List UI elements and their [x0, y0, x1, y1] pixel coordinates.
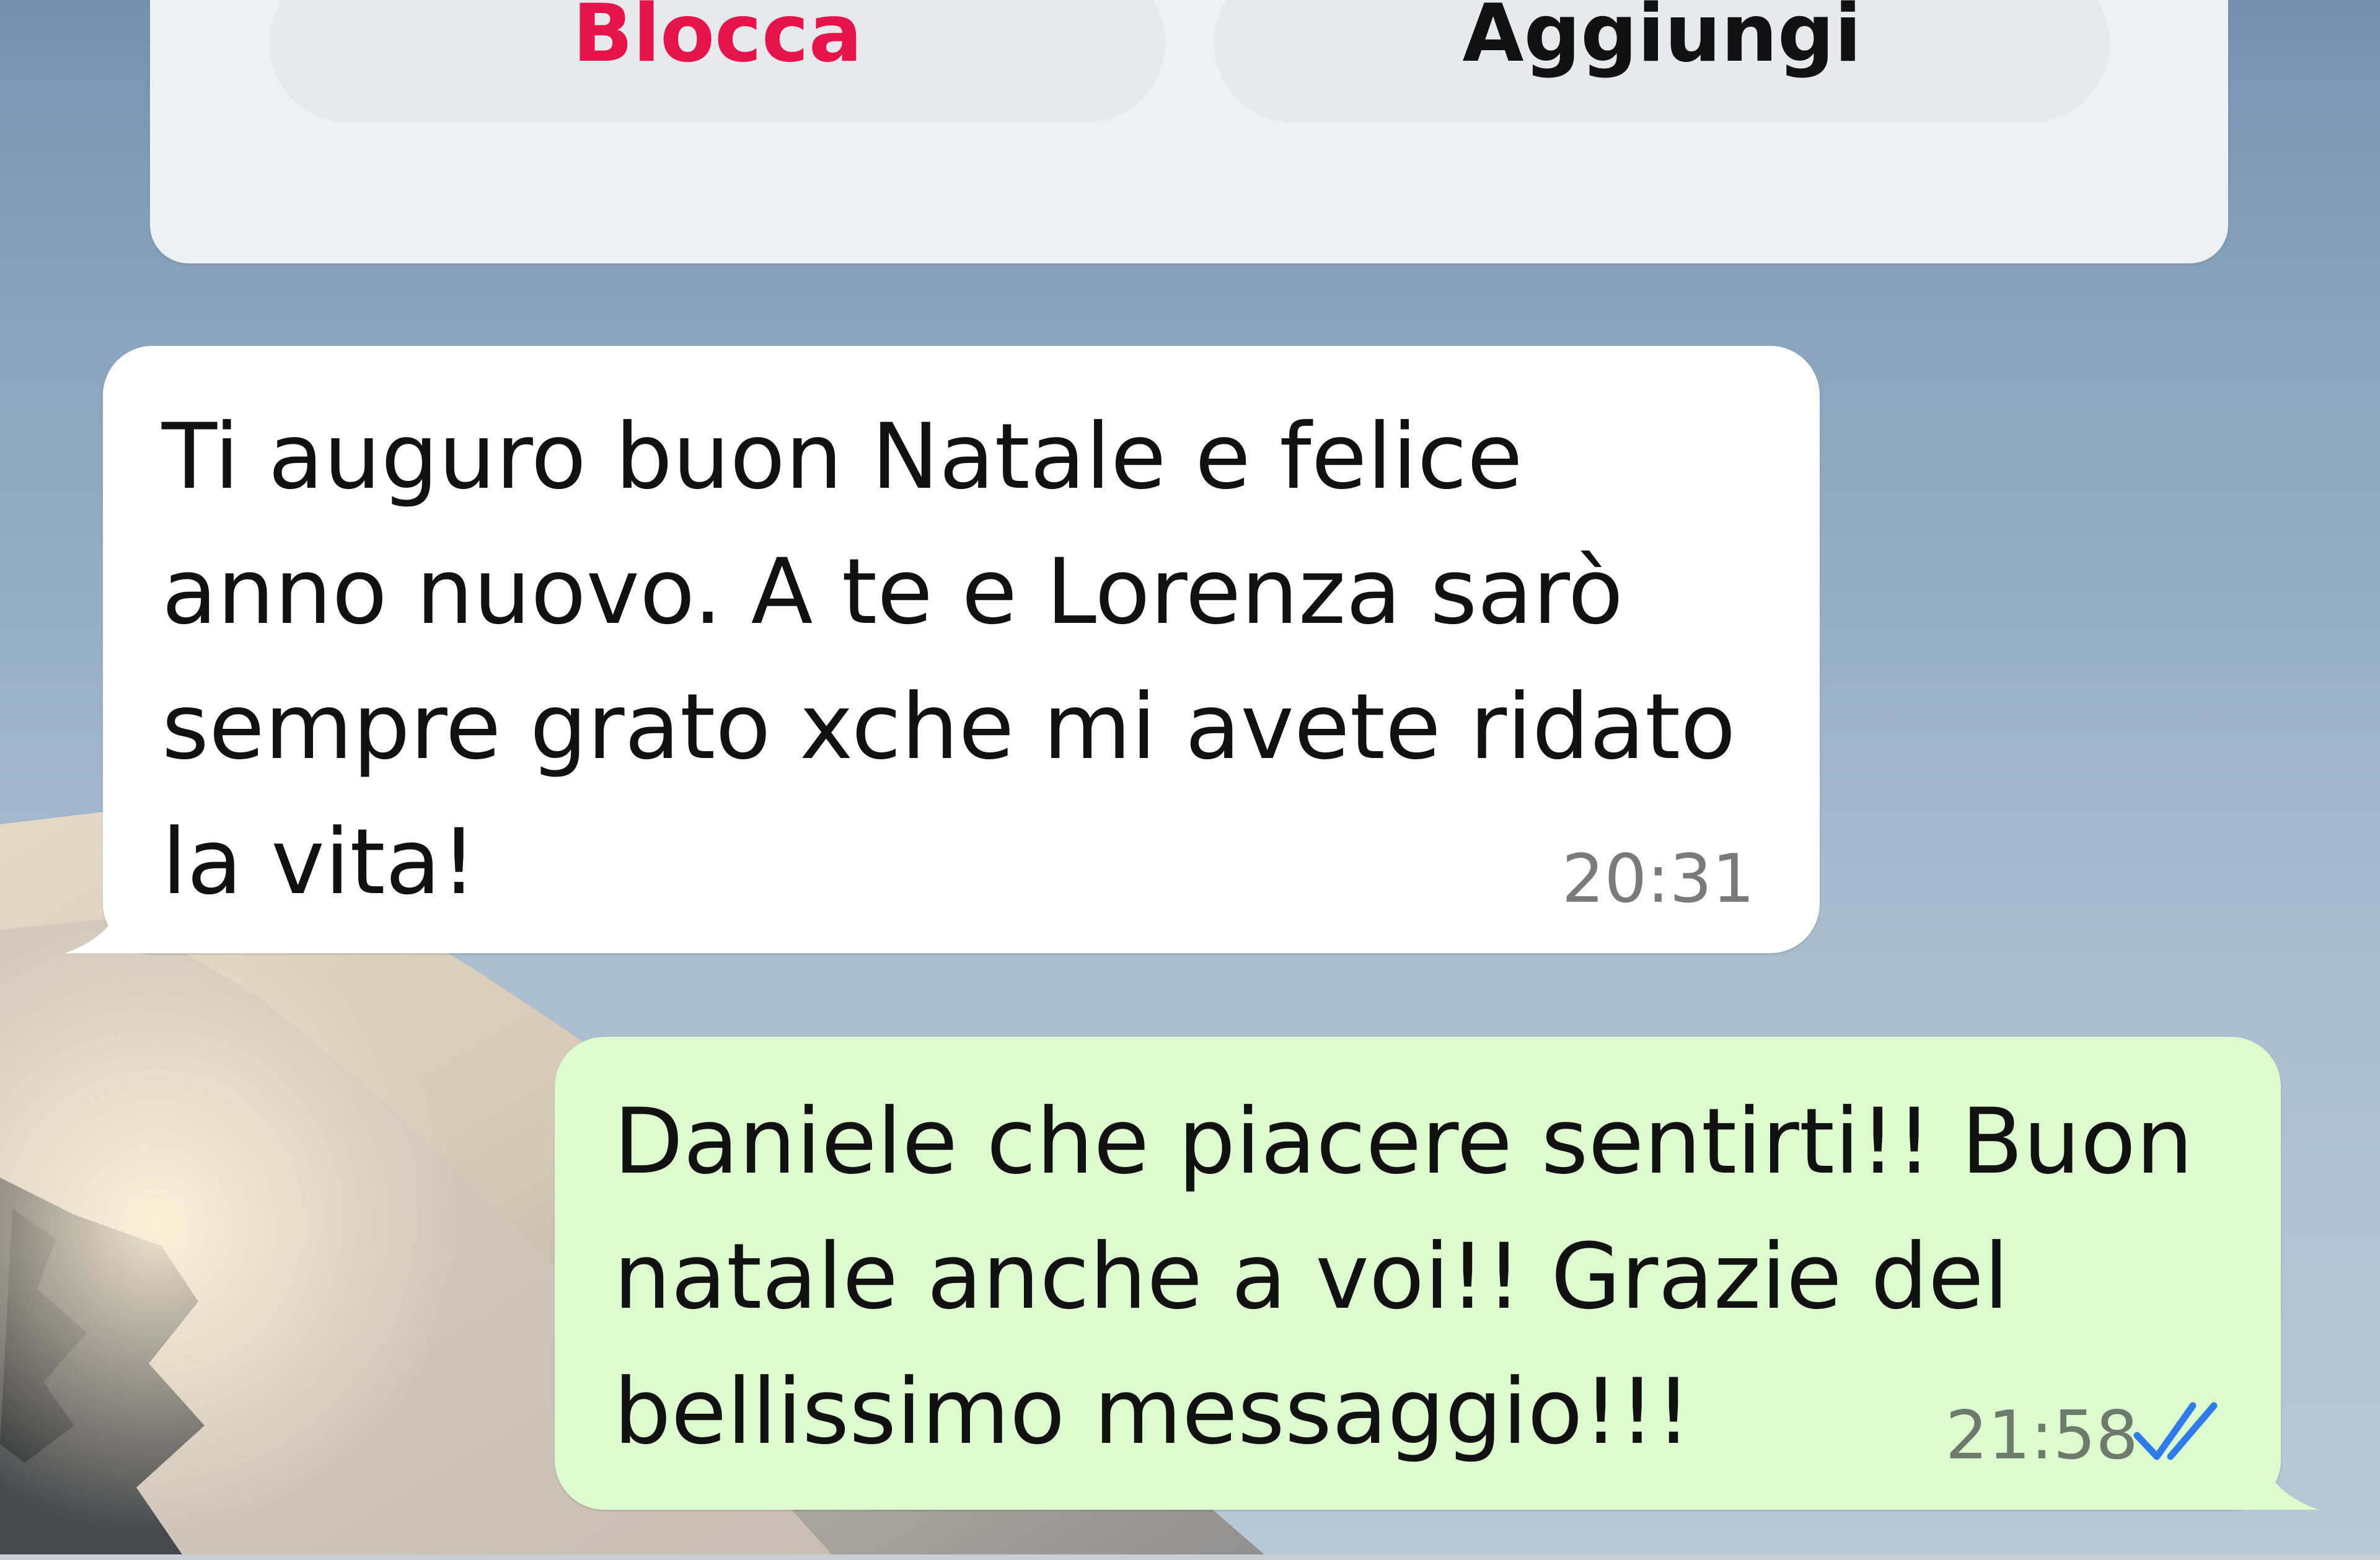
block-button[interactable]: Blocca: [270, 0, 1165, 123]
message-line: anno nuovo. A te e Lorenza sarò: [162, 539, 1624, 645]
message-text: Ti auguro buon Natale e felice anno nuov…: [162, 389, 1736, 930]
add-contact-button[interactable]: Aggiungi: [1214, 0, 2110, 123]
message-line: Daniele che piacere sentirti!! Buon: [614, 1089, 2193, 1194]
message-line: Ti auguro buon Natale e felice: [162, 404, 1523, 509]
input-bar-edge: [0, 1554, 2380, 1560]
chat-screen: Blocca Aggiungi Ti auguro buon Natale e …: [0, 0, 2380, 1560]
bubble-tail: [64, 866, 151, 953]
outgoing-message-bubble[interactable]: Daniele che piacere sentirti!! Buon nata…: [555, 1037, 2319, 1510]
incoming-message-bubble[interactable]: Ti auguro buon Natale e felice anno nuov…: [64, 346, 1820, 953]
contact-actions-card: Blocca Aggiungi: [150, 0, 2228, 263]
double-check-read-icon: [2133, 1402, 2218, 1460]
bubble-tail: [2232, 1423, 2319, 1510]
message-timestamp: 21:58: [1945, 1397, 2138, 1474]
message-line: sempre grato xche mi avete ridato: [162, 674, 1736, 780]
message-line: la vita!: [162, 809, 477, 915]
message-timestamp: 20:31: [1561, 840, 1755, 918]
message-line: natale anche a voi!! Grazie del: [614, 1224, 2009, 1329]
